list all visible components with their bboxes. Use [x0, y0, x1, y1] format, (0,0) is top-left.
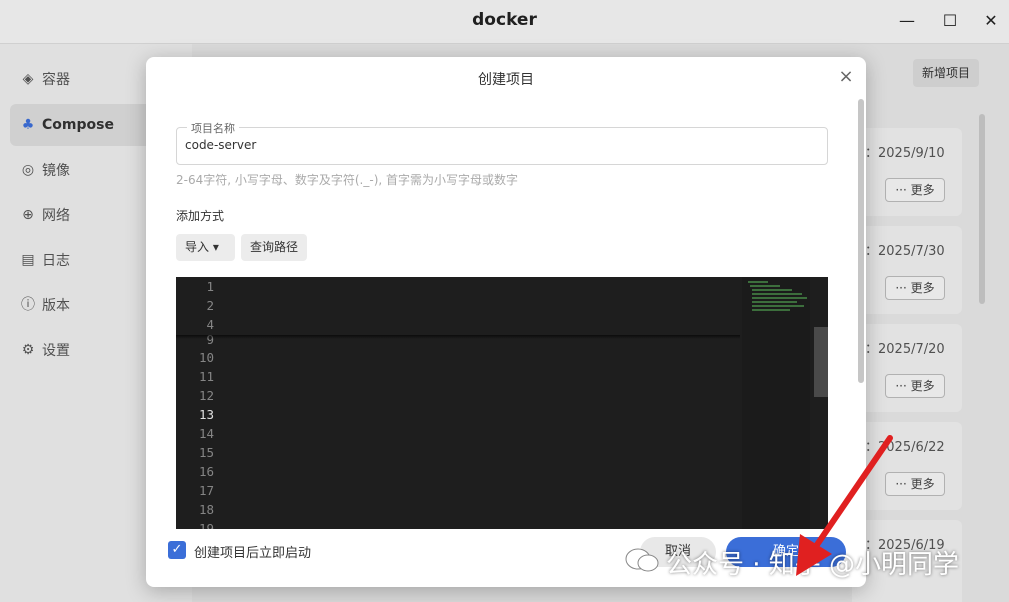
line-number: 12 [198, 388, 214, 403]
line-number: 10 [198, 350, 214, 365]
line-number: 4 [206, 317, 214, 332]
import-dropdown[interactable]: 导入 ▾ [176, 234, 235, 261]
minimap-line [750, 285, 780, 287]
minimap-line [752, 301, 797, 303]
line-number: 17 [198, 483, 214, 498]
minimap-line [752, 297, 807, 299]
minimap-line [752, 293, 802, 295]
line-number: 1 [206, 279, 214, 294]
autostart-label: 创建项目后立即启动 [194, 546, 312, 561]
minimap-line [752, 305, 804, 307]
compose-code-editor[interactable]: 1 2 4 9 10 11 12 13 14 15 16 17 18 19 [176, 277, 828, 529]
sticky-scroll-shadow [176, 335, 740, 339]
autostart-checkbox[interactable]: ✓ [168, 541, 186, 559]
editor-gutter: 1 2 4 9 10 11 12 13 14 15 16 17 18 19 [176, 277, 224, 529]
line-number: 16 [198, 464, 214, 479]
line-number: 14 [198, 426, 214, 441]
dialog-scrollbar[interactable] [858, 99, 864, 383]
minimap-line [752, 289, 792, 291]
close-icon[interactable]: × [836, 67, 856, 87]
line-number: 15 [198, 445, 214, 460]
editor-scrollbar[interactable] [814, 327, 828, 397]
line-number: 2 [206, 298, 214, 313]
minimap-line [752, 309, 790, 311]
line-number: 19 [198, 521, 214, 529]
project-name-input[interactable] [185, 138, 815, 152]
project-name-hint: 2-64字符, 小写字母、数字及字符(._-), 首字需为小写字母或数字 [176, 173, 519, 187]
minimap-line [748, 281, 768, 283]
create-project-dialog: 创建项目 × 项目名称 2-64字符, 小写字母、数字及字符(._-), 首字需… [146, 57, 866, 587]
red-arrow-icon [796, 435, 893, 576]
add-method-label: 添加方式 [176, 209, 225, 223]
line-number: 11 [198, 369, 214, 384]
line-number: 18 [198, 502, 214, 517]
dialog-title: 创建项目 [478, 72, 534, 88]
line-number: 13 [198, 407, 214, 422]
wechat-logo-icon [625, 548, 659, 572]
project-name-label: 项目名称 [187, 120, 239, 136]
query-path-button[interactable]: 查询路径 [241, 234, 307, 261]
project-name-field: 项目名称 [176, 120, 828, 165]
